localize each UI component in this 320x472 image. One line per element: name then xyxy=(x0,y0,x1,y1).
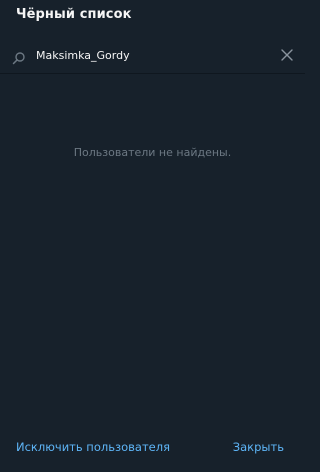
blacklist-dialog: Чёрный список Пользователи не найдены. И… xyxy=(0,0,305,472)
close-icon[interactable] xyxy=(279,47,295,63)
empty-results-message: Пользователи не найдены. xyxy=(73,146,232,159)
search-icon xyxy=(12,50,26,65)
close-button[interactable]: Закрыть xyxy=(233,440,284,454)
search-input[interactable] xyxy=(36,46,266,64)
search-divider xyxy=(0,73,305,74)
dialog-title: Чёрный список xyxy=(16,7,132,22)
exclude-user-button[interactable]: Исключить пользователя xyxy=(16,440,170,454)
search-bar xyxy=(0,40,305,72)
